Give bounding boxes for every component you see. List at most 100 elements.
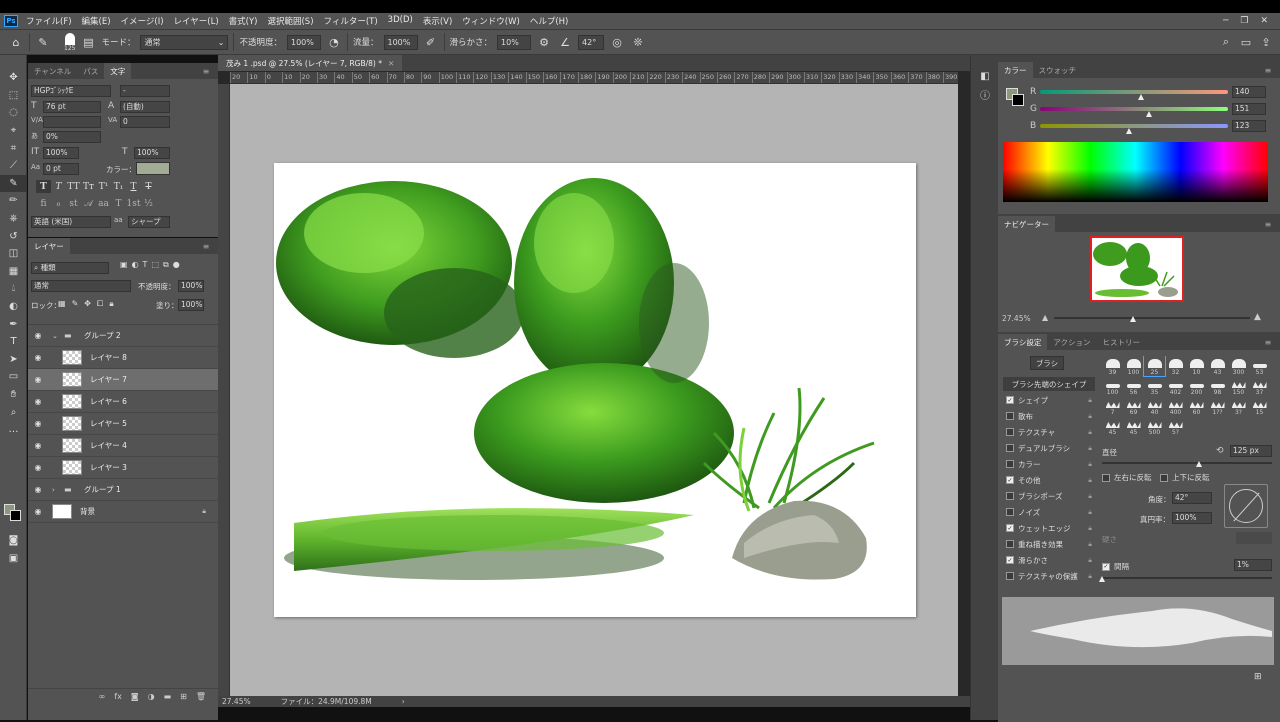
trash-icon[interactable]: 🗑︎ [196,692,206,701]
brush-option-row[interactable]: ブラシポーズ 🔒︎ [998,488,1096,504]
spacing-slider[interactable] [1102,577,1272,579]
brush-tip-preset[interactable]: 402 [1165,376,1186,396]
r-slider-thumb[interactable] [1138,94,1144,100]
close-icon[interactable]: ✕ [1260,16,1268,26]
lock-icon[interactable]: 🔒︎ [1088,476,1092,485]
layer-row[interactable]: ◉ レイヤー 8 [28,347,218,369]
layer-opacity-input[interactable]: 100% [178,280,204,292]
add-mask-icon[interactable]: ◙ [131,692,139,701]
r-slider[interactable] [1040,90,1228,94]
brush-option-row[interactable]: 重ね描き効果 🔒︎ [998,536,1096,552]
color-spectrum[interactable] [1003,142,1268,202]
quick-select-tool-icon[interactable]: ⌖ [0,122,27,140]
brush-tip-preset[interactable]: 98 [1207,376,1228,396]
blur-tool-icon[interactable]: 💧︎ [0,280,27,298]
lock-icon[interactable]: 🔒︎ [1088,540,1092,549]
pencil-tool-icon[interactable]: ✏ [0,192,27,210]
zoom-tool-icon[interactable]: ⌕ [0,403,27,421]
strikethrough-button[interactable]: T [141,180,156,193]
stylistic-alt-button[interactable]: aa [96,197,111,210]
quick-mask-icon[interactable]: ◙ [0,532,27,550]
visibility-eye-icon[interactable]: ◉ [28,419,48,428]
brush-option-row[interactable]: ✓ シェイプ 🔒︎ [998,392,1096,408]
pressure-size-icon[interactable]: ◎ [609,34,625,50]
layer-group-row[interactable]: ◉ ⌄ ▬ グループ 2 [28,325,218,347]
visibility-eye-icon[interactable]: ◉ [28,463,48,472]
brush-option-checkbox[interactable] [1006,492,1014,500]
status-arrow-icon[interactable]: › [402,697,405,706]
tab-brush-settings[interactable]: ブラシ設定 [998,334,1048,350]
diameter-slider[interactable] [1102,462,1272,464]
font-style-select[interactable]: - [120,85,170,97]
superscript-button[interactable]: T¹ [96,180,111,193]
menu-item-1[interactable]: 編集(E) [77,15,116,27]
spacing-option[interactable]: ✓ 間隔 [1102,561,1129,572]
brush-tip-shape-item[interactable]: ブラシ先端のシェイプ [1003,377,1095,391]
brush-tip-preset[interactable]: 150 [1228,376,1249,396]
menu-item-5[interactable]: 選択範囲(S) [262,15,318,27]
spacing-input[interactable]: 1% [1234,559,1272,571]
visibility-eye-icon[interactable]: ◉ [28,485,48,494]
minimize-icon[interactable]: ─ [1223,16,1228,26]
text-color-swatch[interactable] [136,162,170,175]
dodge-tool-icon[interactable]: ◐ [0,298,27,316]
menu-item-0[interactable]: ファイル(F) [21,15,77,27]
brush-option-checkbox[interactable] [1006,508,1014,516]
g-slider[interactable] [1040,107,1228,111]
brush-option-checkbox[interactable] [1006,460,1014,468]
menu-item-3[interactable]: レイヤー(L) [169,15,224,27]
vertical-scale-input[interactable]: 100% [43,147,79,159]
brush-angle-preview[interactable] [1224,484,1268,528]
tab-channels[interactable]: チャンネル [28,63,77,79]
type-tool-icon[interactable]: T [0,333,27,351]
tab-actions[interactable]: アクション [1047,334,1096,350]
brush-tip-preset[interactable]: 60 [1186,396,1207,416]
brush-tip-preset[interactable]: 45 [1102,416,1123,436]
visibility-eye-icon[interactable]: ◉ [28,353,48,362]
brush-tip-preset[interactable]: 300 [1228,356,1249,376]
lock-icon[interactable]: 🔒︎ [1088,412,1092,421]
lock-icon[interactable]: 🔒︎ [1088,508,1092,517]
visibility-eye-icon[interactable]: ◉ [28,397,48,406]
lock-icon[interactable]: 🔒︎ [1088,492,1092,501]
adjustment-filter-icon[interactable]: ◐ [132,260,139,270]
panel-menu-icon[interactable]: ≡ [203,63,218,79]
file-info[interactable]: ファイル：24.9M/109.8M [281,696,372,707]
antialias-select[interactable]: シャープ [128,216,170,228]
menu-item-6[interactable]: フィルター(T) [319,15,383,27]
clone-stamp-tool-icon[interactable]: ⎈ [0,210,27,228]
document-tab[interactable]: 茂み 1 .psd @ 27.5% (レイヤー 7, RGB/8) * ✕ [218,55,403,71]
gradient-tool-icon[interactable]: ▦ [0,263,27,281]
brush-option-checkbox[interactable]: ✓ [1006,556,1014,564]
lock-icon[interactable]: 🔒︎ [1088,556,1092,565]
lock-icon[interactable]: 🔒︎ [1088,444,1092,453]
g-slider-thumb[interactable] [1146,111,1152,117]
pixel-filter-icon[interactable]: ▣ [120,260,128,270]
blend-mode-select[interactable]: 通常 [31,280,131,292]
g-input[interactable]: 151 [1232,103,1266,115]
photoshop-logo-icon[interactable]: Ps [4,15,18,27]
brush-tip-preset[interactable]: 100 [1102,376,1123,396]
color-background-swatch[interactable] [1012,94,1024,106]
filter-toggle-icon[interactable]: ● [173,260,180,270]
new-group-icon[interactable]: ▬ [164,692,172,701]
brush-tip-preset[interactable]: 45 [1123,416,1144,436]
brush-option-row[interactable]: テクスチャの保護 🔒︎ [998,568,1096,584]
layer-row[interactable]: ◉ レイヤー 5 [28,413,218,435]
layer-row[interactable]: ◉ 背景 🔒︎ [28,501,218,523]
move-tool-icon[interactable]: ✥ [0,69,27,87]
eyedropper-tool-icon[interactable]: ⟋ [0,157,27,175]
b-slider[interactable] [1040,124,1228,128]
brush-preset-picker[interactable]: 125 [64,32,75,52]
history-brush-tool-icon[interactable]: ↺ [0,227,27,245]
brush-settings-menu-icon[interactable]: ≡ [1265,334,1280,350]
brush-tip-preset[interactable]: 5? [1165,416,1186,436]
symmetry-icon[interactable]: ❊ [630,34,646,50]
layer-style-icon[interactable]: fx [114,692,122,701]
chevron-down-icon[interactable]: ⌄ [52,332,64,340]
menu-item-9[interactable]: ウィンドウ(W) [457,15,525,27]
brush-tip-preset[interactable]: 25 [1143,356,1166,377]
tsume-input[interactable]: 0% [43,131,101,143]
menu-item-8[interactable]: 表示(V) [418,15,457,27]
brush-tip-preset[interactable]: 1?? [1207,396,1228,416]
